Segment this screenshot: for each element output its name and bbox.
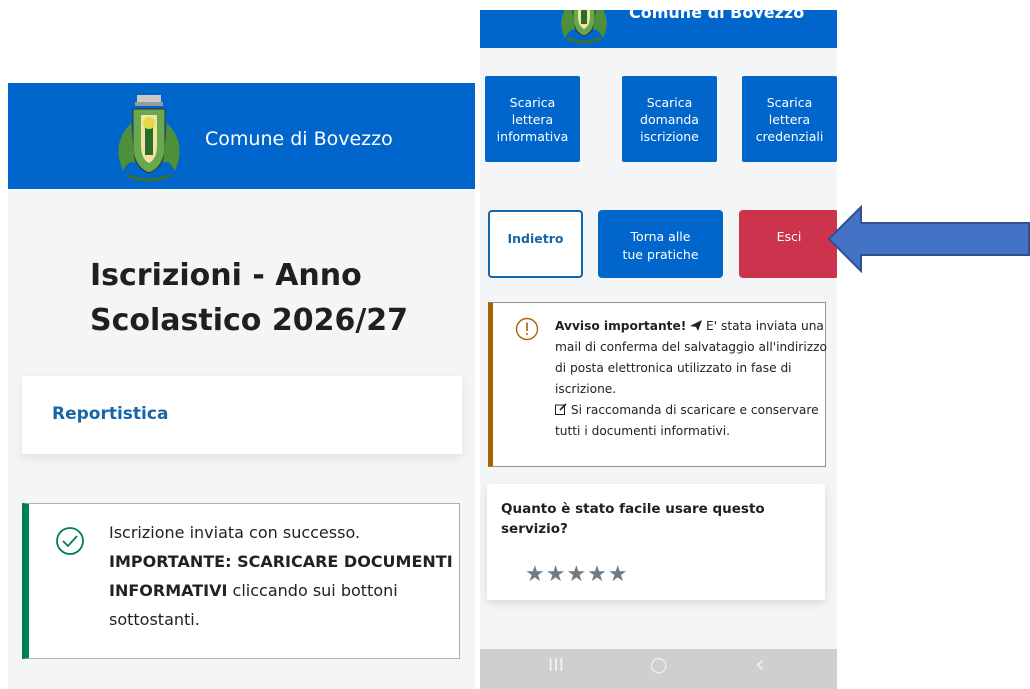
rating-question: Quanto è stato facile usare questo servi… bbox=[501, 501, 765, 537]
system-back-button[interactable]: ‹ bbox=[755, 650, 765, 678]
success-message: Iscrizione inviata con successo. IMPORTA… bbox=[109, 518, 459, 634]
notice-title: Avviso importante! bbox=[555, 319, 687, 333]
download-info-letter-button[interactable]: Scarica lettera informativa bbox=[485, 76, 580, 162]
municipal-crest-icon bbox=[118, 95, 180, 182]
btn-line: credenziali bbox=[755, 128, 824, 144]
btn-line: domanda bbox=[640, 111, 699, 127]
back-button[interactable]: Indietro bbox=[488, 210, 583, 278]
btn-line: Scarica bbox=[509, 94, 556, 110]
site-brand[interactable]: Comune di Bovezzo bbox=[205, 128, 393, 150]
reportistica-link[interactable]: Reportistica bbox=[52, 404, 168, 424]
success-text: Iscrizione inviata con successo. bbox=[109, 523, 361, 542]
practices-label-2: tue pratiche bbox=[622, 247, 699, 262]
reportistica-card[interactable]: Reportistica bbox=[22, 376, 462, 454]
alert-circle-icon bbox=[515, 317, 539, 341]
arrow-left-icon bbox=[828, 205, 1030, 273]
download-credentials-button[interactable]: Scarica lettera credenziali bbox=[742, 76, 837, 162]
rating-card: Quanto è stato facile usare questo servi… bbox=[487, 484, 825, 600]
return-to-practices-button[interactable]: Torna alle tue pratiche bbox=[598, 210, 723, 278]
site-header: Comune di Bovezzo bbox=[8, 83, 475, 189]
paper-plane-icon bbox=[690, 320, 703, 331]
btn-line: Scarica bbox=[646, 94, 693, 110]
notice-text: Avviso importante! E' stata inviata una … bbox=[555, 316, 827, 442]
page-title: Iscrizioni - Anno Scolastico 2026/27 bbox=[90, 258, 409, 338]
android-navigation-bar: III ○ ‹ bbox=[480, 649, 837, 689]
mobile-site-header: Comune di Bovezzo bbox=[480, 10, 837, 48]
success-alert: Iscrizione inviata con successo. IMPORTA… bbox=[22, 503, 460, 659]
recent-apps-button[interactable]: III bbox=[548, 655, 564, 676]
mobile-screenshot: Comune di Bovezzo Scarica lettera informat… bbox=[480, 10, 837, 689]
btn-line: lettera bbox=[768, 111, 811, 127]
star-rating[interactable]: ★★★★★ bbox=[525, 562, 629, 587]
btn-line: informativa bbox=[496, 128, 569, 144]
download-application-button[interactable]: Scarica domanda iscrizione bbox=[622, 76, 717, 162]
notice-recommend: Si raccomanda di scaricare e conservare … bbox=[555, 403, 819, 438]
municipal-crest-icon bbox=[561, 10, 607, 44]
btn-line: iscrizione bbox=[640, 128, 699, 144]
exit-button[interactable]: Esci bbox=[739, 210, 837, 278]
mobile-site-brand[interactable]: Comune di Bovezzo bbox=[629, 10, 804, 22]
home-button[interactable]: ○ bbox=[650, 652, 667, 676]
btn-line: lettera bbox=[511, 111, 554, 127]
desktop-screenshot: Comune di Bovezzo Iscrizioni - Anno Scol… bbox=[8, 83, 475, 689]
back-label: Indietro bbox=[507, 231, 564, 246]
exit-label: Esci bbox=[776, 229, 802, 244]
practices-label-1: Torna alle bbox=[630, 229, 691, 244]
btn-line: Scarica bbox=[766, 94, 813, 110]
important-notice: Avviso importante! E' stata inviata una … bbox=[488, 302, 827, 467]
edit-icon bbox=[555, 403, 567, 415]
check-circle-icon bbox=[56, 527, 84, 555]
